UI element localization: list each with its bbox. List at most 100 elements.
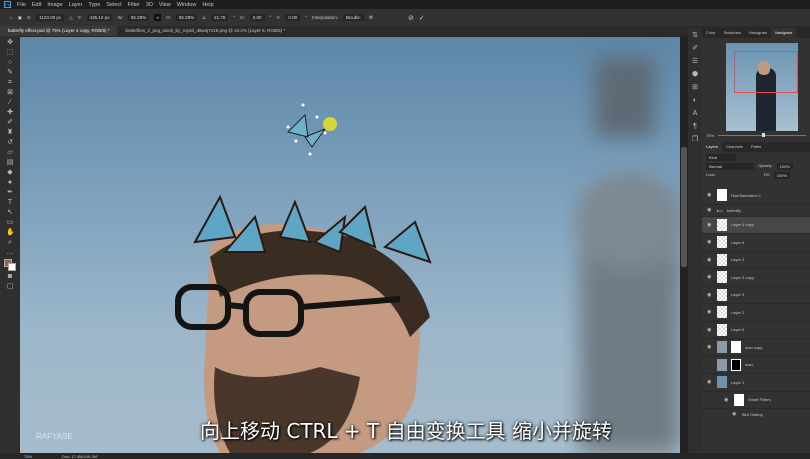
reference-point-icon[interactable]: ▣: [18, 15, 22, 21]
move-tool-icon[interactable]: ✥: [6, 39, 14, 47]
brush-settings-icon[interactable]: ☰: [691, 58, 699, 66]
visibility-eye-icon[interactable]: ◉: [707, 292, 713, 298]
tab-swatches[interactable]: Swatches: [720, 28, 745, 38]
color-swatches[interactable]: [4, 259, 16, 271]
menu-file[interactable]: File: [17, 2, 26, 8]
tab-layers[interactable]: Layers: [702, 142, 723, 152]
healing-tool-icon[interactable]: ✚: [6, 109, 14, 117]
layer-1[interactable]: ◉ Layer 1: [702, 374, 810, 392]
angle-field[interactable]: 21.76: [211, 14, 229, 21]
link-icon[interactable]: ∞: [154, 14, 162, 21]
visibility-eye-icon[interactable]: ◉: [707, 239, 713, 245]
history-brush-icon[interactable]: ↺: [6, 139, 14, 147]
fill-field[interactable]: 100%: [773, 172, 791, 179]
navigator-zoom-slider[interactable]: [718, 133, 806, 137]
layer-4-copy[interactable]: ◉ Layer 4 copy: [702, 216, 810, 234]
visibility-eye-icon[interactable]: ◉: [724, 397, 730, 403]
tab-color[interactable]: Color: [702, 28, 720, 38]
menu-filter[interactable]: Filter: [128, 2, 140, 8]
character-panel-icon[interactable]: A: [691, 110, 699, 118]
type-tool-icon[interactable]: T: [6, 199, 14, 207]
brush-tool-icon[interactable]: ✐: [6, 119, 14, 127]
navigator-zoom[interactable]: 75%: [706, 133, 714, 138]
blur-gallery-filter[interactable]: ◉ Blur Gallery: [702, 409, 810, 419]
height-field[interactable]: 55.28%: [175, 14, 198, 21]
menu-layer[interactable]: Layer: [69, 2, 83, 8]
layer-6[interactable]: ◉ Layer 6: [702, 322, 810, 339]
tab-navigator[interactable]: Navigator: [771, 28, 797, 38]
layer-group-butterfly[interactable]: ◉ ▸▭ butterfly: [702, 205, 810, 217]
commit-transform-icon[interactable]: ✓: [419, 14, 425, 22]
visibility-eye-icon[interactable]: ◉: [707, 222, 713, 228]
x-field[interactable]: 1123.00 px: [36, 14, 65, 21]
visibility-eye-icon[interactable]: ◉: [707, 192, 713, 198]
tab-channels[interactable]: Channels: [722, 142, 747, 152]
menu-window[interactable]: Window: [177, 2, 197, 8]
zoom-tool-icon[interactable]: ⌕: [6, 239, 14, 247]
tab-histogram[interactable]: Histogram: [745, 28, 771, 38]
menu-help[interactable]: Help: [202, 2, 213, 8]
properties-panel-icon[interactable]: ⊞: [691, 84, 699, 92]
adjustments-panel-icon[interactable]: ◐: [691, 97, 699, 105]
shape-tool-icon[interactable]: ▭: [6, 219, 14, 227]
visibility-eye-icon[interactable]: ◉: [707, 257, 713, 263]
layer-man[interactable]: man: [702, 357, 810, 374]
width-field[interactable]: 55.28%: [127, 14, 150, 21]
paragraph-panel-icon[interactable]: ¶: [691, 123, 699, 131]
document-canvas[interactable]: [20, 37, 680, 453]
hand-tool-icon[interactable]: ✋: [6, 229, 15, 237]
stamp-tool-icon[interactable]: ♜: [6, 129, 14, 137]
layer-comps-icon[interactable]: ❐: [691, 136, 699, 144]
path-select-icon[interactable]: ↖: [6, 209, 14, 217]
menu-edit[interactable]: Edit: [32, 2, 41, 8]
marquee-tool-icon[interactable]: ⬚: [6, 49, 14, 57]
pen-tool-icon[interactable]: ✒: [6, 189, 14, 197]
status-zoom[interactable]: 75%: [24, 454, 32, 459]
gradient-tool-icon[interactable]: ▤: [6, 159, 14, 167]
interpolation-select[interactable]: Bicubic: [343, 14, 364, 21]
menu-view[interactable]: View: [159, 2, 171, 8]
visibility-eye-icon[interactable]: ◉: [707, 274, 713, 280]
tab-butterfly-effect[interactable]: butterfly effect.psd @ 75% (Layer 4 copy…: [0, 26, 118, 36]
brush-panel-icon[interactable]: ✐: [691, 45, 699, 53]
frame-tool-icon[interactable]: ⊠: [6, 89, 14, 97]
eyedropper-tool-icon[interactable]: ⁄: [6, 99, 14, 107]
visibility-eye-icon[interactable]: ◉: [732, 411, 738, 417]
3d-panel-icon[interactable]: ⬢: [691, 71, 699, 79]
tab-paths[interactable]: Paths: [747, 142, 765, 152]
layer-3[interactable]: ◉ Layer 3: [702, 252, 810, 269]
lasso-tool-icon[interactable]: ○: [6, 59, 14, 67]
visibility-eye-icon[interactable]: ◉: [707, 309, 713, 315]
history-panel-icon[interactable]: ⇅: [691, 32, 699, 40]
warp-icon[interactable]: ⌘: [369, 15, 374, 21]
layer-hue-saturation[interactable]: ◉ Hue/Saturation 1: [702, 187, 810, 205]
eraser-tool-icon[interactable]: ▱: [6, 149, 14, 157]
opacity-field[interactable]: 100%: [776, 163, 793, 170]
cancel-transform-icon[interactable]: ⊘: [408, 14, 414, 22]
layer-man-copy[interactable]: ◉ man copy: [702, 339, 810, 357]
smart-filters[interactable]: ◉ Smart Filters: [702, 392, 810, 409]
visibility-eye-icon[interactable]: ◉: [707, 207, 713, 213]
menu-image[interactable]: Image: [47, 2, 62, 8]
screen-mode-icon[interactable]: ▢: [6, 283, 14, 291]
menu-3d[interactable]: 3D: [146, 2, 153, 8]
quick-select-tool-icon[interactable]: ✎: [6, 69, 14, 77]
menu-type[interactable]: Type: [88, 2, 100, 8]
blend-mode-select[interactable]: Normal: [706, 163, 754, 170]
layer-3b[interactable]: ◉ Layer 3: [702, 287, 810, 304]
quick-mask-icon[interactable]: ◙: [6, 273, 14, 281]
crop-tool-icon[interactable]: ⌗: [6, 79, 14, 87]
y-field[interactable]: 435.12 px: [86, 14, 113, 21]
layer-2[interactable]: ◉ Layer 2: [702, 304, 810, 322]
visibility-eye-icon[interactable]: ◉: [707, 379, 713, 385]
dodge-tool-icon[interactable]: ●: [6, 179, 14, 187]
visibility-eye-icon[interactable]: ◉: [707, 327, 713, 333]
layer-3-copy[interactable]: ◉ Layer 3 copy: [702, 269, 810, 287]
navigator-preview[interactable]: [726, 43, 798, 131]
hskew-field[interactable]: 0.00: [249, 14, 265, 21]
layer-filter-kind[interactable]: Kind: [706, 154, 736, 161]
selected-butterfly[interactable]: [286, 103, 338, 156]
vertical-scrollbar[interactable]: [680, 37, 688, 453]
home-icon[interactable]: ⌂: [10, 15, 13, 20]
visibility-eye-icon[interactable]: ◉: [707, 344, 713, 350]
